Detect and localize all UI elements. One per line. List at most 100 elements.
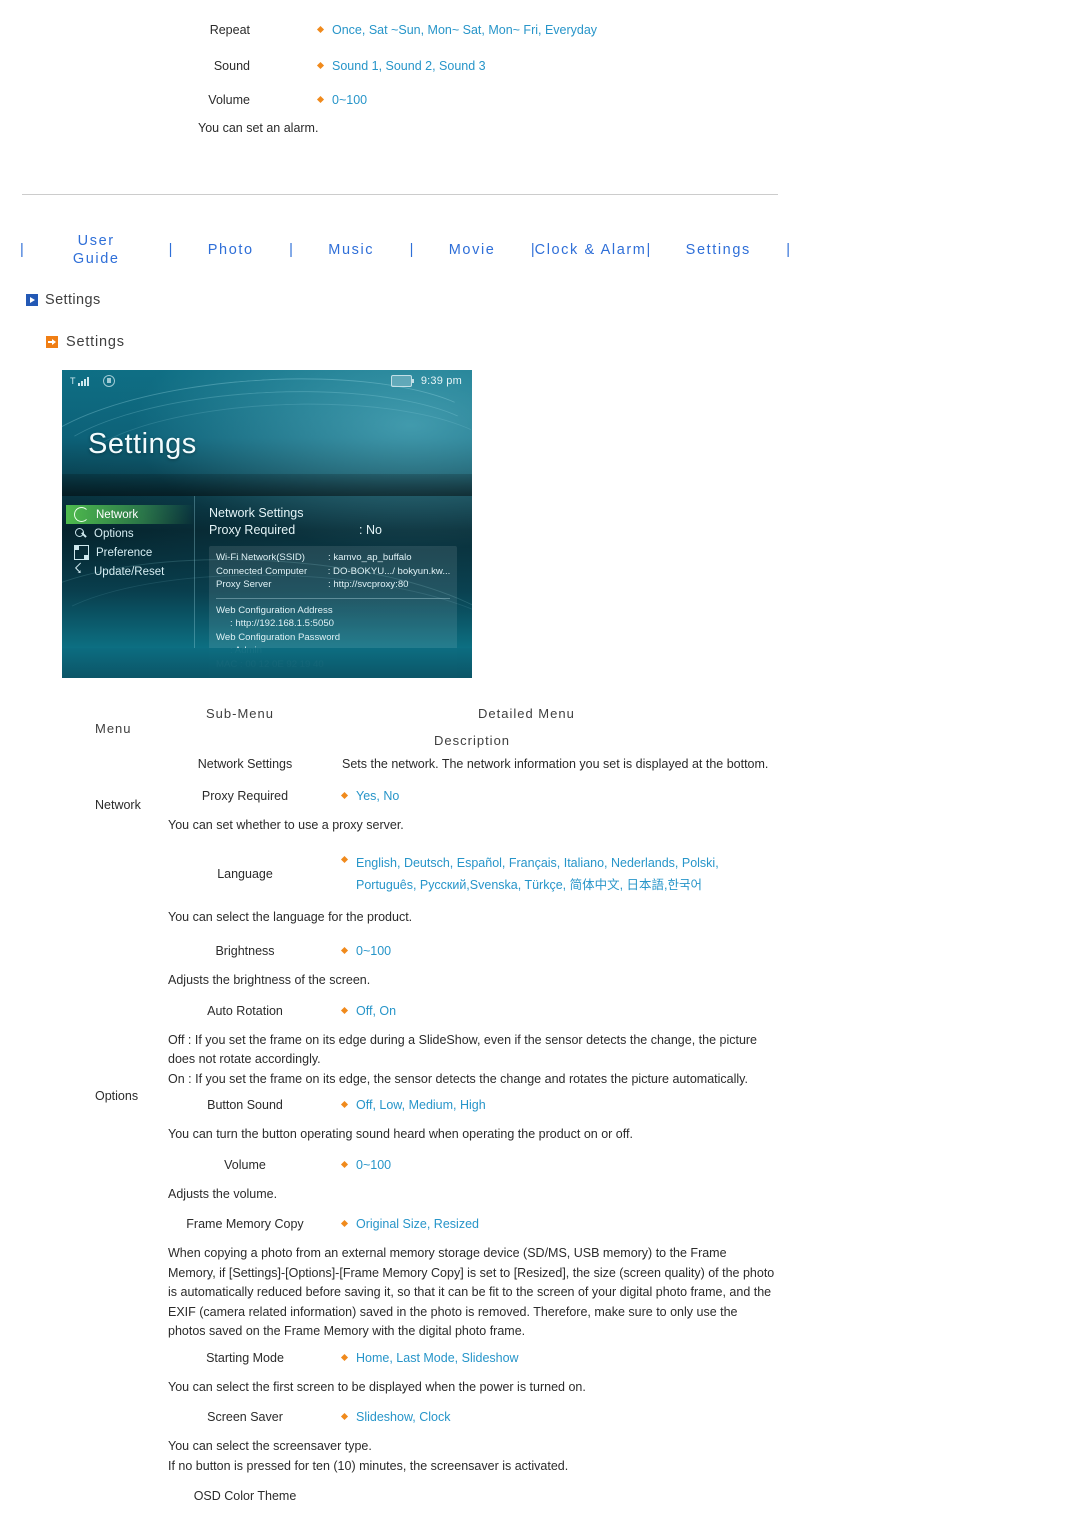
table-row: Screen Saver Slideshow, Clock (0, 1409, 1080, 1425)
nav-item-user-guide[interactable]: User Guide (59, 232, 133, 268)
device-proxy-line: Proxy Required : No (209, 522, 472, 539)
device-menu-label: Update/Reset (94, 565, 165, 578)
row-note: Off : If you set the frame on its edge d… (168, 1032, 758, 1086)
device-info-row: Wi-Fi Network(SSID) : kamvo_ap_buffalo (216, 551, 450, 565)
diamond-bullet-icon (340, 1353, 349, 1361)
table-row: Button Sound Off, Low, Medium, High (0, 1097, 1080, 1113)
blue-arrow-icon (26, 294, 38, 306)
section-title-label: Settings (66, 334, 125, 350)
table-row: Proxy Required Yes, No (0, 788, 1080, 804)
user-guide-page: Repeat Once, Sat ~Sun, Mon~ Sat, Mon~ Fr… (0, 0, 1080, 1527)
row-note: You can select the first screen to be di… (168, 1379, 586, 1394)
diamond-bullet-icon (340, 1219, 349, 1228)
nav-item-music[interactable]: Music (328, 241, 374, 259)
column-header-sub-menu: Sub-Menu (206, 706, 274, 721)
device-menu-label: Preference (96, 546, 153, 559)
column-header-description: Description (434, 733, 511, 748)
device-web-config-password-label: Web Configuration Password (216, 631, 341, 643)
page-title-label: Settings (45, 292, 101, 308)
device-clock: 9:39 pm (420, 375, 462, 387)
nav-item-photo[interactable]: Photo (208, 241, 254, 259)
group-label-network: Network (95, 798, 141, 812)
device-proxy-value: : No (359, 523, 382, 537)
row-values: 0~100 (356, 944, 392, 958)
row-detail-cell: Original Size, Resized (340, 1216, 1080, 1232)
spec-value-volume: 0~100 (332, 93, 368, 107)
nav-separator: | (409, 242, 414, 258)
table-header: Menu Sub-Menu Detailed Menu Description (0, 700, 1080, 756)
nav-separator: | (168, 242, 173, 258)
row-detail-cell: English, Deutsch, Español, Français, Ita… (340, 852, 1080, 896)
row-values: Original Size, Resized (356, 1217, 479, 1231)
device-footer-band (62, 648, 472, 678)
device-network-settings-label: Network Settings (209, 506, 304, 520)
options-icon (74, 527, 87, 540)
row-sub-menu-cell: Proxy Required (201, 789, 289, 803)
status-right-group: 9:39 pm (390, 375, 462, 387)
row-note: You can turn the button operating sound … (168, 1127, 633, 1141)
device-menu-label: Network (96, 508, 139, 521)
group-label-options: Options (95, 1089, 139, 1103)
row-note: You can select the language for the prod… (168, 909, 413, 924)
nav-separator: | (646, 242, 651, 258)
section-title: Settings (46, 334, 125, 350)
speaker-icon (102, 375, 115, 387)
row-note: You can set whether to use a proxy serve… (168, 818, 404, 832)
table-row: OSD Color Theme (0, 1488, 1080, 1504)
row-note: Adjusts the brightness of the screen. (168, 973, 371, 987)
diamond-bullet-icon (340, 855, 349, 863)
settings-spec-table: Menu Sub-Menu Detailed Menu Description … (0, 700, 1080, 1504)
device-menu-item-network[interactable]: Network (66, 505, 194, 524)
spec-value-repeat: Once, Sat ~Sun, Mon~ Sat, Mon~ Fri, Ever… (332, 23, 598, 37)
signal-bars-icon (77, 376, 89, 386)
row-sub-menu-cell: OSD Color Theme (193, 1489, 297, 1503)
row-description: Sets the network. The network informatio… (342, 757, 769, 771)
row-note: You can select the screensaver type. If … (168, 1439, 569, 1473)
battery-icon (390, 375, 414, 387)
row-detail-cell: 0~100 (340, 943, 1080, 959)
row-sub-menu-cell: Auto Rotation (207, 1003, 283, 1018)
update-reset-icon (74, 561, 87, 578)
device-status-bar: T 9:39 pm (62, 370, 472, 392)
network-icon (74, 507, 89, 522)
device-menu-item-update-reset[interactable]: Update/Reset (66, 561, 194, 581)
row-sub-menu-cell: Starting Mode (206, 1350, 284, 1365)
nav-separator: | (20, 242, 24, 258)
device-content: Network Options Preference Update/Reset (62, 496, 472, 678)
device-detail-pane: Network Settings Proxy Required : No Wi-… (195, 496, 472, 678)
device-info-value: : DO-BOKYU.../ bokyun.kw... (327, 565, 450, 577)
diamond-bullet-icon (340, 1160, 349, 1168)
spec-row: Repeat Once, Sat ~Sun, Mon~ Sat, Mon~ Fr… (0, 22, 1080, 38)
row-sub-menu-cell: Frame Memory Copy (186, 1217, 304, 1231)
spec-value-sound: Sound 1, Sound 2, Sound 3 (332, 59, 486, 73)
nav-item-clock-alarm[interactable]: Clock & Alarm (535, 241, 647, 259)
row-values: Home, Last Mode, Slideshow (356, 1350, 519, 1365)
row-note: When copying a photo from an external me… (168, 1246, 775, 1338)
row-values: Off, Low, Medium, High (356, 1098, 486, 1112)
table-row: Volume 0~100 (0, 1157, 1080, 1173)
row-detail-cell: Sets the network. The network informatio… (342, 756, 1080, 772)
row-detail-cell: Slideshow, Clock (340, 1409, 1080, 1425)
diamond-bullet-icon (316, 61, 325, 70)
device-menu-item-preference[interactable]: Preference (66, 543, 194, 562)
row-sub-menu-cell: Language (217, 866, 273, 881)
device-web-config-address: Web Configuration Address : http://192.1… (216, 604, 450, 631)
device-info-key: Proxy Server (216, 579, 272, 590)
device-info-value: : http://svcproxy:80 (328, 579, 409, 590)
nav-item-movie[interactable]: Movie (449, 241, 496, 259)
device-menu-item-options[interactable]: Options (66, 524, 194, 543)
page-title: Settings (26, 292, 101, 308)
row-sub-menu-cell: Screen Saver (207, 1410, 283, 1424)
diamond-bullet-icon (316, 95, 325, 104)
device-info-value: : kamvo_ap_buffalo (328, 552, 412, 563)
nav-item-settings[interactable]: Settings (686, 241, 751, 259)
row-values: 0~100 (356, 1157, 392, 1172)
device-screenshot: T 9:39 pm Settings Network Options Prefe… (62, 370, 472, 678)
row-detail-cell: Off, Low, Medium, High (340, 1097, 1080, 1113)
table-row: Language English, Deutsch, Español, Fran… (0, 852, 1080, 896)
spec-row: Volume 0~100 (0, 92, 1080, 108)
spec-value-group: 0~100 (316, 92, 368, 108)
device-info-row: Proxy Server : http://svcproxy:80 (216, 578, 450, 592)
signal-label-icon: T (70, 375, 76, 386)
row-sub-menu-cell: Network Settings (197, 757, 293, 771)
